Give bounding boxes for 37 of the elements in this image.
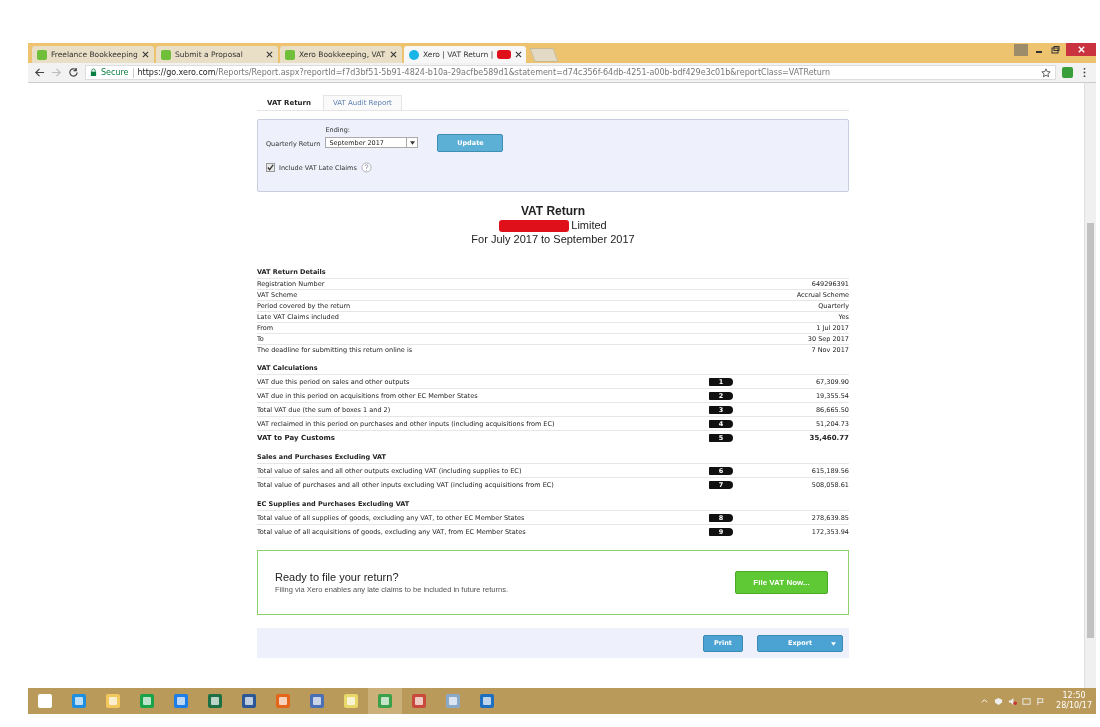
close-icon[interactable] xyxy=(390,51,397,58)
close-button[interactable] xyxy=(1066,43,1096,56)
star-icon[interactable] xyxy=(1041,67,1051,78)
file-heading: Ready to file your return? xyxy=(275,571,400,584)
back-icon[interactable] xyxy=(34,67,45,78)
circle-logo-icon xyxy=(409,49,419,60)
caret-icon xyxy=(831,641,836,646)
scrollbar[interactable] xyxy=(1084,83,1096,688)
close-icon[interactable] xyxy=(266,51,273,58)
network-icon[interactable] xyxy=(1022,696,1032,706)
address-bar[interactable]: Secure https://go.xero.com/Reports/Report.aspx?reportId=f7d3bf51-5b91-4824-b10a-29acfbe589d1&statement=d74c356f-64db-4251-a00b-bdf429e3c01b&reportClass=VATReturn xyxy=(85,65,1056,80)
tray-shield-icon[interactable] xyxy=(994,696,1004,706)
up-logo-icon xyxy=(37,49,47,60)
lock-icon xyxy=(90,68,97,77)
url-text: https://go.xero.com/Reports/Report.aspx?reportId=f7d3bf51-5b91-4824-b10a-29acfbe589d1&statement=d74c356f-64db-4251-a00b-bdf429e3c01b&reportClass=VATReturn xyxy=(137,68,832,77)
secure-label: Secure xyxy=(101,68,129,77)
flag-icon[interactable] xyxy=(1036,696,1046,706)
new-tab-button[interactable] xyxy=(529,48,559,62)
forward-icon[interactable] xyxy=(51,67,62,78)
report-period: For July 2017 to September 2017 xyxy=(470,232,636,247)
restore-icon[interactable] xyxy=(1050,45,1060,55)
scroll-thumb[interactable] xyxy=(1087,223,1094,638)
checkbox[interactable] xyxy=(266,163,275,172)
close-icon[interactable] xyxy=(142,51,149,58)
caret-icon xyxy=(409,140,415,145)
redaction-mark xyxy=(499,220,570,233)
close-icon[interactable] xyxy=(515,51,523,58)
up-logo-icon xyxy=(161,49,171,60)
reload-icon[interactable] xyxy=(68,67,79,78)
company-name: Limited xyxy=(571,219,607,231)
extension-icon[interactable] xyxy=(1062,67,1073,78)
up-logo-icon xyxy=(285,49,295,60)
report-title: VAT Return xyxy=(519,204,587,218)
close-icon xyxy=(1076,45,1086,54)
help-icon[interactable] xyxy=(360,162,372,173)
volume-icon[interactable] xyxy=(1008,696,1018,706)
redaction-mark xyxy=(497,50,512,59)
